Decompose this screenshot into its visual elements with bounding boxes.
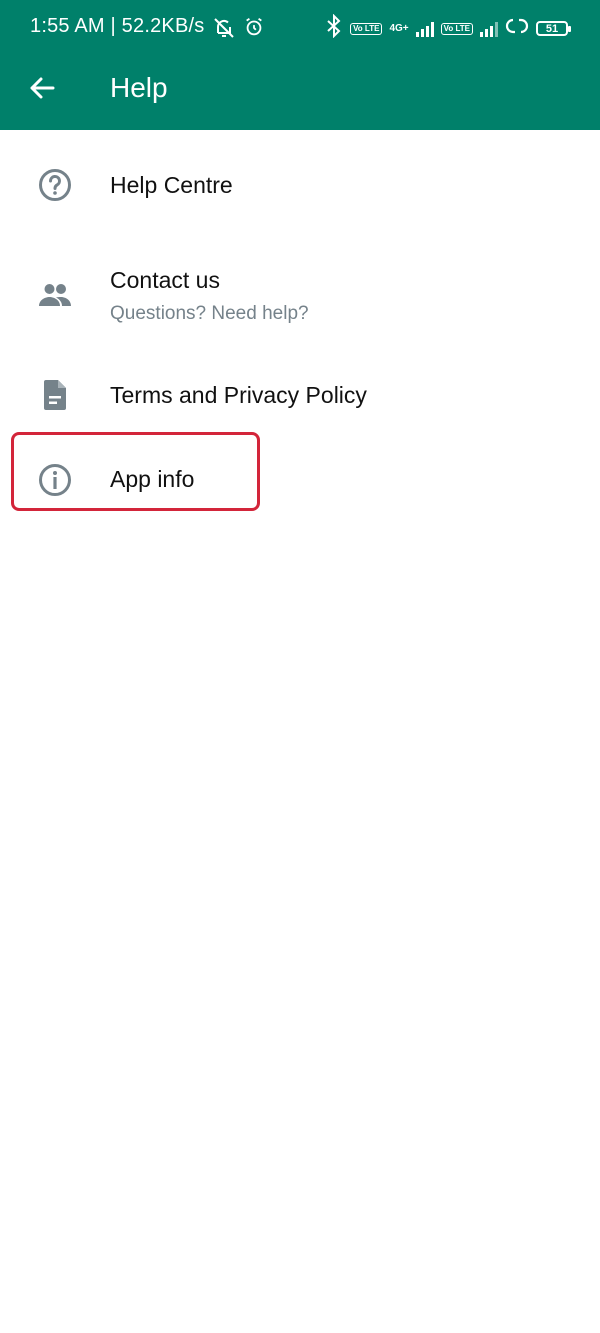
people-icon [37,277,73,313]
hotspot-icon [505,16,529,41]
signal-icon [415,21,434,37]
volte-badge-2: Vo LTE [440,22,473,35]
network-type: 4G+ [389,22,409,34]
help-circle-icon [37,167,73,203]
menu-item-label: Terms and Privacy Policy [110,382,367,408]
volte-badge-1: Vo LTE [350,22,383,35]
menu-item-contact-us[interactable]: Contact us Questions? Need help? [0,240,600,350]
menu-item-subtitle: Questions? Need help? [110,303,309,324]
menu-item-terms-privacy[interactable]: Terms and Privacy Policy [0,350,600,440]
menu-item-label: Help Centre [110,172,233,198]
signal-icon-2 [480,21,498,37]
menu-item-label: Contact us [110,267,220,293]
alarm-icon [243,16,265,43]
battery-icon: 51 [536,21,571,36]
status-bar: 1:55 AM | 52.2KB/s Vo LTE 4G+ Vo LTE 51 [0,0,600,56]
app-info-highlight-box [11,432,260,511]
status-time-speed: 1:55 AM | 52.2KB/s [30,15,205,37]
status-icons: Vo LTE 4G+ Vo LTE 51 [325,13,571,43]
bell-off-icon [212,16,236,45]
battery-level: 51 [545,22,559,35]
menu-item-help-centre[interactable]: Help Centre [0,130,600,240]
arrow-back-icon[interactable] [26,72,58,104]
toolbar: Help [0,56,600,130]
app-bar: 1:55 AM | 52.2KB/s Vo LTE 4G+ Vo LTE 51 … [0,0,600,130]
document-icon [37,377,73,413]
bluetooth-icon [325,13,343,43]
page-title: Help [110,72,168,103]
